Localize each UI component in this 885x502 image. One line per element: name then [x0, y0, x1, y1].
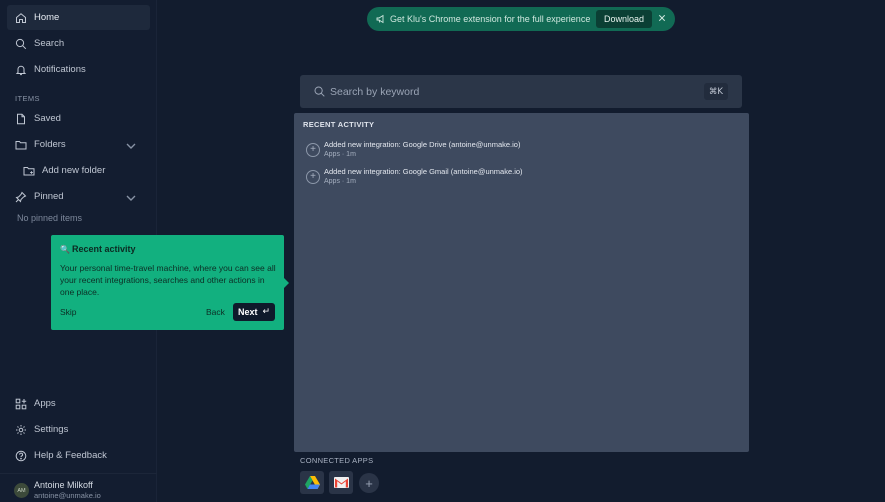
nav-search[interactable]: Search: [7, 31, 150, 56]
search-icon: [15, 38, 27, 49]
tour-next-button[interactable]: Next ↵: [233, 303, 275, 321]
tour-body: Your personal time-travel machine, where…: [60, 263, 276, 297]
user-email: antoine@unmake.io: [34, 491, 101, 500]
plus-icon: +: [365, 475, 373, 491]
add-new-folder[interactable]: Add new folder: [15, 158, 150, 183]
nav-pinned[interactable]: Pinned: [7, 184, 150, 209]
add-app-button[interactable]: +: [359, 473, 379, 493]
recent-activity-panel: RECENT ACTIVITY + Added new integration:…: [294, 113, 749, 452]
nav-notifications-label: Notifications: [34, 64, 86, 75]
user-profile[interactable]: AM Antoine Milkoff antoine@unmake.io: [0, 473, 157, 502]
activity-title: Added new integration: Google Drive (ant…: [324, 140, 521, 149]
magnifier-emoji-icon: 🔍: [60, 244, 70, 254]
plus-circle-icon: +: [306, 170, 320, 184]
user-name: Antoine Milkoff: [34, 480, 93, 490]
google-drive-icon: [304, 476, 320, 489]
nav-search-label: Search: [34, 38, 65, 49]
connected-apps-label: CONNECTED APPS: [300, 456, 374, 465]
help-circle-icon: [15, 450, 27, 461]
avatar: AM: [14, 483, 29, 498]
nav-folders-label: Folders: [34, 139, 66, 150]
megaphone-icon: [376, 14, 384, 24]
no-pinned-items: No pinned items: [17, 213, 83, 223]
folder-icon: [15, 140, 27, 149]
tour-skip-button[interactable]: Skip: [60, 307, 77, 317]
activity-meta: Apps · 1m: [324, 178, 356, 185]
shortcut-badge: ⌘K: [703, 83, 728, 100]
add-new-folder-label: Add new folder: [42, 165, 106, 176]
plus-circle-icon: +: [306, 143, 320, 157]
close-icon[interactable]: [657, 13, 667, 23]
banner-text: Get Klu's Chrome extension for the full …: [390, 14, 591, 24]
chevron-down-icon[interactable]: [125, 140, 137, 152]
folder-plus-icon: [23, 166, 35, 175]
return-icon: ↵: [262, 307, 271, 317]
tour-title: 🔍 Recent activity: [60, 244, 136, 254]
search-bar[interactable]: ⌘K: [300, 75, 742, 108]
tour-popover: 🔍 Recent activity Your personal time-tra…: [51, 235, 289, 330]
nav-help-feedback[interactable]: Help & Feedback: [7, 443, 150, 468]
nav-home[interactable]: Home: [7, 5, 150, 30]
download-button[interactable]: Download: [596, 10, 653, 28]
apps-grid-icon: [15, 398, 27, 409]
tour-back-button[interactable]: Back: [206, 307, 225, 317]
gmail-icon: [333, 477, 349, 488]
search-input[interactable]: [330, 85, 690, 98]
items-section-label: ITEMS: [15, 94, 40, 103]
nav-help-label: Help & Feedback: [34, 450, 107, 461]
gear-icon: [16, 424, 26, 435]
document-icon: [17, 113, 25, 124]
gmail-app[interactable]: [329, 471, 353, 494]
extension-banner: Get Klu's Chrome extension for the full …: [367, 7, 675, 31]
bell-icon: [15, 65, 27, 75]
nav-settings-label: Settings: [34, 424, 69, 435]
recent-activity-title: RECENT ACTIVITY: [303, 120, 375, 129]
nav-home-label: Home: [34, 12, 60, 23]
tour-next-label: Next: [238, 307, 258, 317]
pin-icon: [15, 191, 27, 202]
nav-notifications[interactable]: Notifications: [7, 57, 150, 82]
home-icon: [16, 12, 26, 23]
activity-title: Added new integration: Google Gmail (ant…: [324, 167, 523, 176]
nav-pinned-label: Pinned: [34, 191, 64, 202]
tour-title-text: Recent activity: [71, 244, 136, 254]
nav-saved-label: Saved: [34, 113, 61, 124]
google-drive-app[interactable]: [300, 471, 324, 494]
nav-apps[interactable]: Apps: [7, 391, 150, 416]
nav-apps-label: Apps: [34, 398, 56, 409]
search-icon: [314, 86, 325, 97]
nav-settings[interactable]: Settings: [7, 417, 150, 442]
nav-folders[interactable]: Folders: [7, 132, 150, 157]
chevron-down-icon[interactable]: [125, 192, 137, 204]
activity-meta: Apps · 1m: [324, 151, 356, 158]
nav-saved[interactable]: Saved: [7, 106, 150, 131]
